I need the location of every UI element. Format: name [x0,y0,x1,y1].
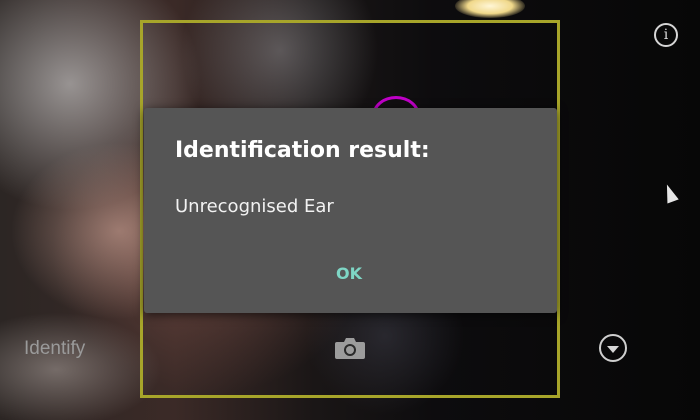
info-button[interactable]: i [654,23,678,47]
identify-button[interactable]: Identify [24,338,85,360]
dialog-message: Unrecognised Ear [175,196,334,217]
identification-dialog: Identification result: Unrecognised Ear … [144,108,557,313]
light-spot [455,0,525,18]
dropdown-button[interactable] [599,334,627,362]
ok-button[interactable]: OK [324,256,374,290]
camera-icon [335,338,365,359]
chevron-down-icon [607,346,619,353]
dialog-title: Identification result: [175,138,430,163]
pointer-cursor-icon [661,182,679,204]
camera-button[interactable] [334,336,366,360]
info-icon: i [663,27,669,43]
